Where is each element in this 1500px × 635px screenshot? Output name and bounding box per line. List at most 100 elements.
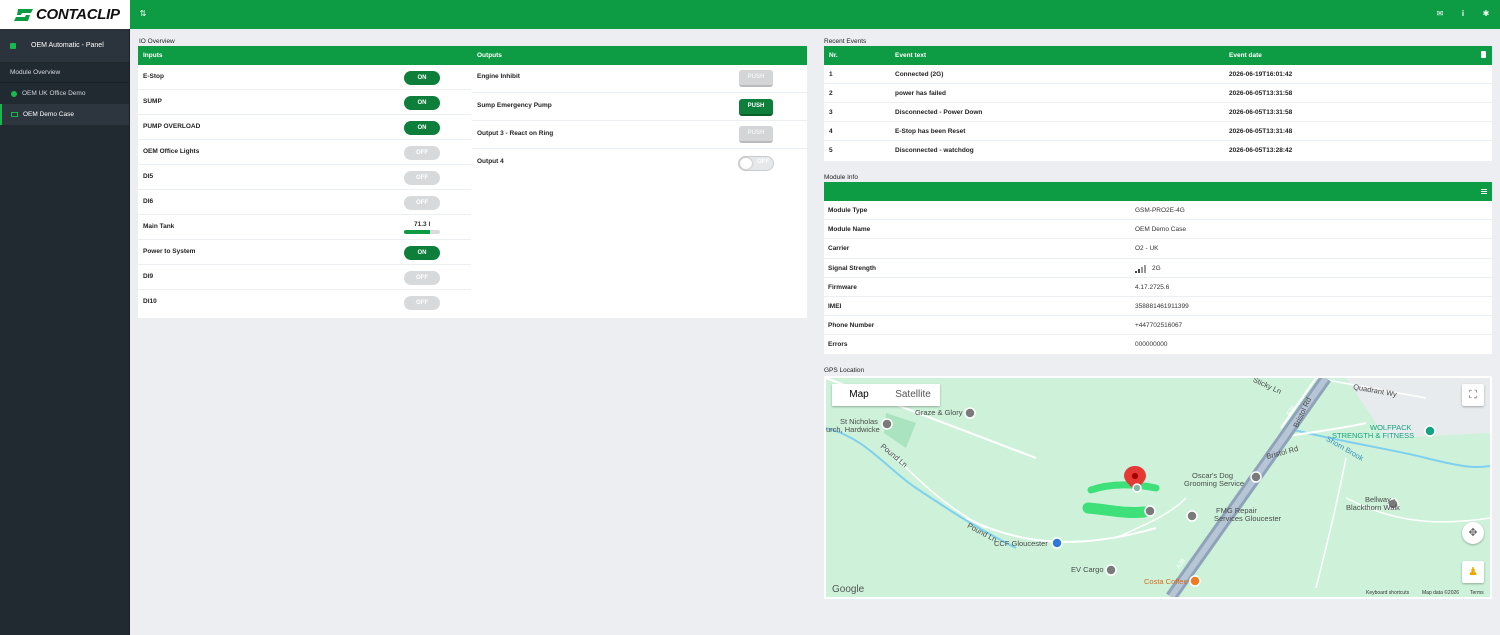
table-row: 1 Connected (2G) 2026-06-19T16:01:42 (824, 65, 1492, 84)
event-text: Disconnected - Power Down (895, 109, 983, 116)
terms-link[interactable]: Terms (1470, 590, 1484, 596)
sidebar-panel-selector[interactable]: OEM Automatic - Panel (0, 29, 129, 62)
input-row-di10: DI10 OFF (138, 290, 471, 315)
input-label: DI5 (143, 173, 154, 180)
toggle-label: OFF (757, 159, 769, 165)
trash-icon[interactable] (1481, 51, 1486, 58)
module-info-title: Module Info (824, 174, 858, 181)
input-row-oem-office-lights: OEM Office Lights OFF (138, 140, 471, 165)
tank-level-value: 71.3 l (414, 221, 431, 228)
info-value: GSM-PRO2E-4G (1135, 207, 1185, 214)
menu-icon[interactable] (1481, 189, 1487, 194)
sliders-icon[interactable]: ⇅ (138, 9, 148, 19)
input-status-pill: ON (404, 121, 440, 135)
info-key: IMEI (828, 302, 842, 310)
info-row-carrier: Carrier O2 - UK (824, 239, 1492, 259)
input-row-main-tank: Main Tank 71.3 l (138, 215, 471, 240)
map-type-map[interactable]: Map (832, 384, 886, 406)
column-header-nr: Nr. (829, 52, 838, 59)
info-key: Firmware (828, 283, 857, 291)
event-date: 2026-06-05T13:31:58 (1229, 109, 1293, 116)
info-key: Errors (828, 341, 848, 349)
input-label: DI6 (143, 198, 154, 205)
event-nr: 1 (829, 71, 833, 78)
event-text: Connected (2G) (895, 71, 944, 78)
keyboard-shortcuts-link[interactable]: Keyboard shortcuts (1366, 590, 1409, 596)
fullscreen-icon[interactable]: ⛶ (1462, 384, 1484, 406)
input-label: DI9 (143, 273, 154, 280)
io-overview-title: IO Overview (139, 38, 175, 45)
io-header: Inputs Outputs (138, 46, 807, 65)
event-date: 2026-06-05T13:31:48 (1229, 128, 1293, 135)
gps-location-title: GPS Location (824, 367, 865, 374)
contaclip-logo-icon (14, 8, 33, 21)
tank-level-bar (404, 230, 440, 234)
info-value: O2 - UK (1135, 245, 1159, 253)
logo[interactable]: CONTACLIP (0, 0, 130, 29)
inputs-header: Inputs (143, 52, 163, 59)
push-button[interactable]: PUSH (739, 99, 773, 116)
top-bar: CONTACLIP ⇅ ✉ i ✱ (0, 0, 1500, 29)
output-4-toggle[interactable]: OFF (738, 156, 774, 171)
event-date: 2026-06-05T13:28:42 (1229, 147, 1293, 154)
input-row-power-to-system: Power to System ON (138, 240, 471, 265)
pan-control-icon[interactable]: ✥ (1462, 522, 1484, 544)
input-row-di5: DI5 OFF (138, 165, 471, 190)
sidebar-item-oem-uk-office-demo[interactable]: OEM UK Office Demo (0, 83, 129, 104)
map-label: urch, Hardwicke (826, 425, 880, 434)
event-text: power has failed (895, 90, 946, 97)
input-label: PUMP OVERLOAD (143, 123, 201, 130)
event-date: 2026-06-05T13:31:58 (1229, 90, 1293, 97)
input-status-pill: OFF (404, 146, 440, 160)
map-label: EV Cargo (1071, 565, 1104, 574)
output-row-output-4: Output 4 OFF (472, 149, 807, 177)
info-row-module-name: Module Name OEM Demo Case (824, 220, 1492, 240)
sidebar-panel-label: OEM Automatic - Panel (31, 42, 104, 49)
mail-icon[interactable]: ✉ (1435, 9, 1445, 19)
push-button[interactable]: PUSH (739, 70, 773, 87)
info-row-errors: Errors 000000000 (824, 335, 1492, 354)
event-text: E-Stop has been Reset (895, 128, 966, 135)
info-row-phone-number: Phone Number +447702516067 (824, 316, 1492, 336)
info-key: Signal Strength (828, 264, 877, 272)
map-canvas[interactable]: Map Satellite ⛶ ✥ ♟ Graze & Glory St Nic… (826, 378, 1490, 597)
gps-map-panel: Map Satellite ⛶ ✥ ♟ Graze & Glory St Nic… (824, 376, 1492, 599)
input-row-di6: DI6 OFF (138, 190, 471, 215)
event-nr: 2 (829, 90, 833, 97)
output-label: Sump Emergency Pump (477, 102, 552, 109)
gear-icon[interactable]: ✱ (1481, 9, 1491, 19)
map-data-attribution: Map data ©2026 (1422, 590, 1460, 596)
output-row-sump-emergency-pump: Sump Emergency Pump PUSH (472, 93, 807, 121)
info-value: OEM Demo Case (1135, 226, 1186, 234)
sidebar: OEM Automatic - Panel Module Overview OE… (0, 29, 130, 635)
input-row-di9: DI9 OFF (138, 265, 471, 290)
module-info-header (824, 182, 1492, 201)
module-info-panel: Module Type GSM-PRO2E-4G Module Name OEM… (824, 182, 1492, 354)
recent-events-title: Recent Events (824, 38, 867, 45)
push-button[interactable]: PUSH (739, 126, 773, 143)
mail-icon (11, 112, 18, 117)
output-label: Output 4 (477, 158, 504, 165)
info-value: 2G (1152, 264, 1161, 272)
outputs-header: Outputs (477, 52, 502, 59)
info-key: Module Type (828, 207, 868, 214)
map-label: Blackthorn Walk (1346, 503, 1400, 512)
sidebar-section-module-overview[interactable]: Module Overview (0, 62, 129, 83)
sidebar-item-label: OEM UK Office Demo (22, 90, 86, 97)
input-status-pill: ON (404, 71, 440, 85)
table-row: 4 E-Stop has been Reset 2026-06-05T13:31… (824, 122, 1492, 141)
map-label: CCF Gloucester (994, 539, 1048, 548)
output-label: Engine Inhibit (477, 73, 520, 80)
io-overview-panel: Inputs Outputs E-Stop ON SUMP ON PUMP OV… (138, 46, 807, 318)
map-type-satellite[interactable]: Satellite (886, 384, 940, 406)
info-icon[interactable]: i (1458, 9, 1468, 19)
info-value: 4.17.2725.6 (1135, 283, 1170, 291)
street-view-pegman-icon[interactable]: ♟ (1462, 561, 1484, 583)
map-label: Grooming Service (1184, 479, 1245, 488)
header-bar: ⇅ ✉ i ✱ (130, 0, 1500, 29)
info-key: Phone Number (828, 322, 875, 330)
info-row-imei: IMEI 358881461911399 (824, 297, 1492, 317)
input-label: Power to System (143, 248, 196, 255)
output-row-output-3: Output 3 - React on Ring PUSH (472, 121, 807, 149)
sidebar-item-oem-demo-case[interactable]: OEM Demo Case (0, 104, 129, 125)
